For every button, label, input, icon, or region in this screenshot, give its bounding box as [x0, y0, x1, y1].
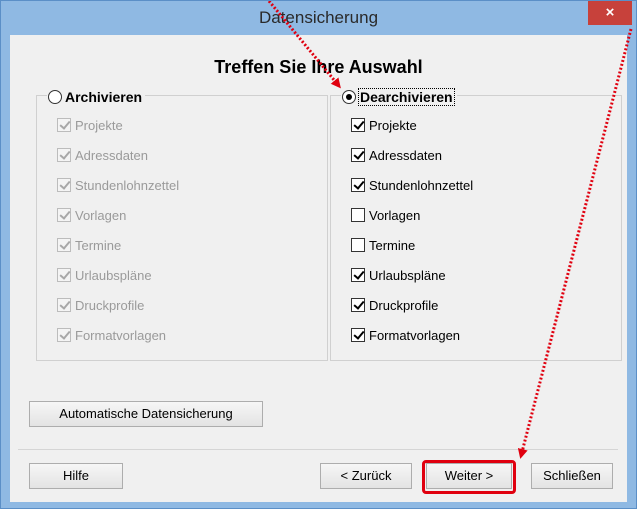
annotation-arrows: [267, 1, 633, 459]
arrow-to-dearchive: [267, 1, 341, 89]
dialog-window: Datensicherung × Treffen Sie Ihre Auswah…: [0, 0, 637, 509]
arrow-to-next: [517, 28, 633, 459]
